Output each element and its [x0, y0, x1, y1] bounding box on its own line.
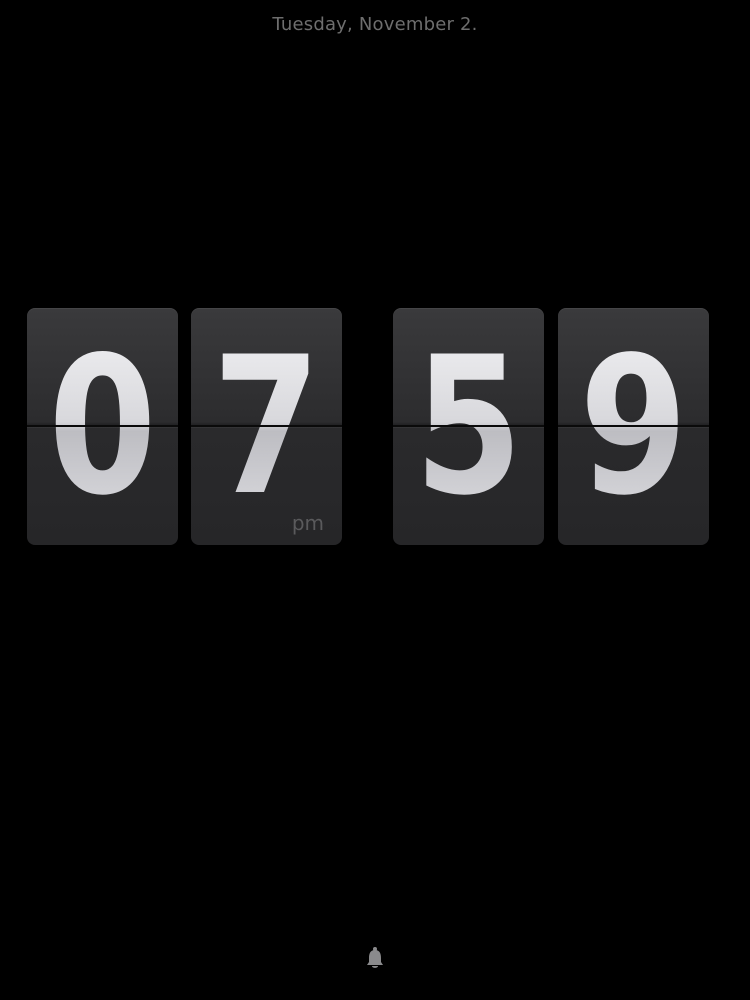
hour-tens-digit: 0	[41, 308, 165, 545]
hour-tens-card: 0	[27, 308, 178, 545]
flip-clock-screen: Tuesday, November 2. 0 7 pm 5 9	[0, 0, 750, 1000]
minute-tens-card: 5	[393, 308, 544, 545]
minute-tens-digit: 5	[407, 308, 531, 545]
bell-icon-graphic	[367, 947, 383, 968]
bell-icon[interactable]	[365, 946, 385, 972]
period-label: pm	[291, 511, 324, 535]
date-label: Tuesday, November 2.	[272, 14, 478, 35]
minute-ones-digit: 9	[572, 308, 696, 545]
minute-ones-card: 9	[558, 308, 709, 545]
hour-ones-digit: 7	[205, 308, 329, 545]
hour-ones-card: 7 pm	[191, 308, 342, 545]
